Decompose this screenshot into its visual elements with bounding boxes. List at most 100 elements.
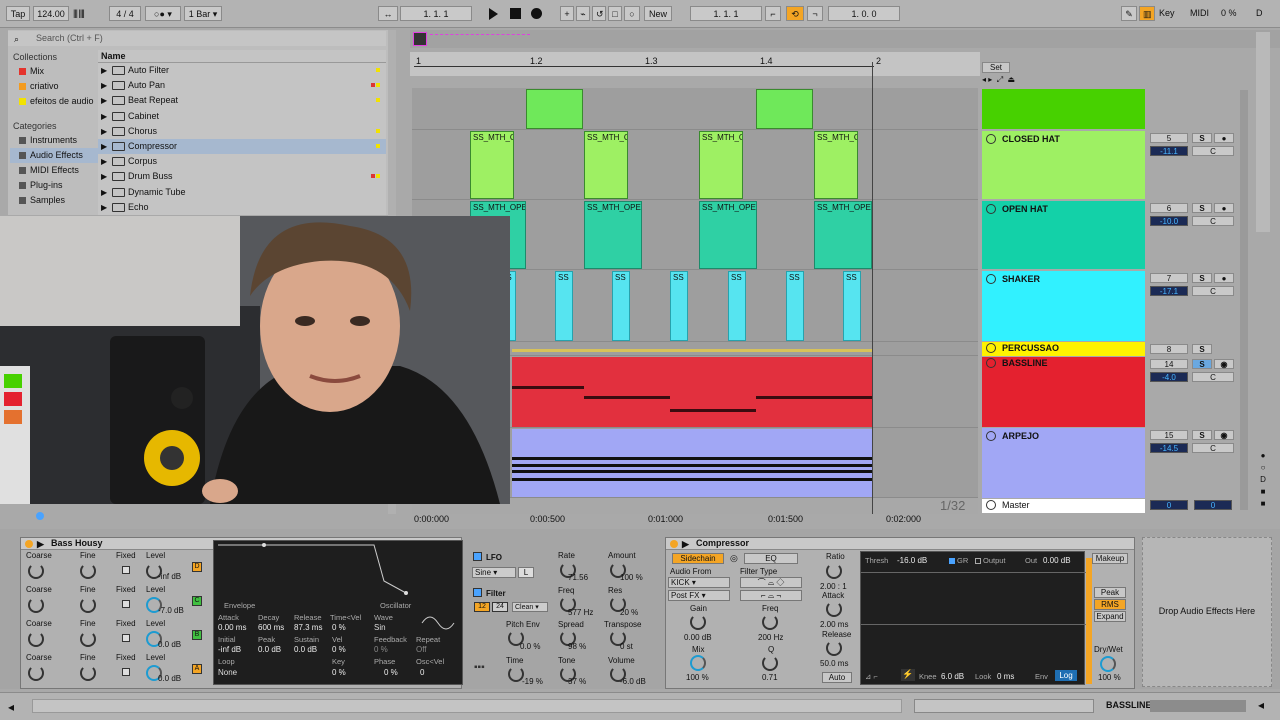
expand-button[interactable]: Expand — [1094, 611, 1126, 622]
master-volume-field[interactable]: 0 — [1150, 500, 1188, 510]
midi-map-button[interactable]: MIDI — [1190, 6, 1209, 21]
ratio-knob[interactable] — [826, 563, 842, 579]
overview-thumbnail[interactable] — [413, 32, 427, 46]
track-number[interactable]: 6 — [1150, 203, 1188, 213]
clip[interactable]: SS_MTH_OPE — [584, 201, 642, 269]
clip[interactable] — [756, 89, 813, 129]
volume-field[interactable]: -11.1 — [1150, 146, 1188, 156]
draw-mode-icon[interactable]: ✎ — [1121, 6, 1137, 21]
follow-icon[interactable]: ○● ▾ — [145, 6, 181, 21]
quantize-menu[interactable]: 1 Bar ▾ — [184, 6, 222, 21]
key-value[interactable]: 0 % — [332, 668, 346, 677]
name-column-header[interactable]: Name — [98, 50, 386, 63]
category-audio-effects[interactable]: Audio Effects — [10, 148, 100, 163]
automation-arm-icon[interactable]: ⌁ — [576, 6, 590, 21]
monitor-icon[interactable]: ◉ — [1214, 359, 1234, 369]
arpejo-clip[interactable] — [512, 429, 872, 497]
collection-criativo[interactable]: criativo — [10, 79, 100, 94]
clip[interactable]: SS — [555, 271, 573, 341]
file-item[interactable]: ▶ Cabinet — [98, 109, 386, 124]
detail-toggle-icon[interactable]: ◂ — [1258, 698, 1264, 712]
track-number[interactable]: 14 — [1150, 359, 1188, 369]
crossfade-button[interactable]: C — [1192, 286, 1234, 296]
algorithm-icon[interactable]: ▪▪▪ — [474, 662, 498, 676]
solo-button[interactable]: S — [1192, 430, 1212, 440]
vel-value[interactable]: 0 % — [332, 645, 346, 654]
headphone-icon[interactable]: ◎ — [730, 553, 738, 564]
key-map-button[interactable]: Key — [1159, 6, 1175, 21]
clip[interactable]: SS — [728, 271, 746, 341]
filter-mode-select[interactable]: Clean ▾ — [512, 602, 548, 612]
file-item[interactable]: ▶ Echo — [98, 200, 386, 215]
crossfade-button[interactable]: C — [1192, 443, 1234, 453]
loop-length-field[interactable]: 1. 0. 0 — [828, 6, 900, 21]
operator-tag[interactable]: C — [192, 596, 202, 606]
fold-icon[interactable] — [986, 343, 996, 353]
operator-tag[interactable]: A — [192, 664, 202, 674]
loop-switch-icon[interactable]: ⟲ — [786, 6, 804, 21]
release-value[interactable]: 87.3 ms — [294, 623, 322, 632]
operator-tag[interactable]: D — [192, 562, 202, 572]
track-header-bassline[interactable]: BASSLINE — [982, 357, 1145, 427]
track-header-shaker[interactable]: SHAKER — [982, 271, 1145, 341]
dry-wet-knob[interactable] — [1100, 656, 1116, 672]
operator-tag[interactable]: B — [192, 630, 202, 640]
repeat-value[interactable]: Off — [416, 645, 427, 654]
view-toggles[interactable]: ● ○ D ■ ■ — [1256, 450, 1270, 510]
file-item[interactable]: ▶ Auto Pan — [98, 78, 386, 93]
fold-icon[interactable] — [986, 358, 996, 368]
track-header-percussao[interactable]: PERCUSSAO — [982, 342, 1145, 356]
keyboard-icon[interactable]: ▥ — [1139, 6, 1155, 21]
gr-toggle[interactable] — [949, 558, 955, 564]
locator-controls[interactable]: ◂ ▸ ⤢ ⏏ — [982, 75, 1062, 86]
capture-icon[interactable]: □ — [608, 6, 622, 21]
mix-knob[interactable] — [690, 655, 706, 671]
clip[interactable]: SS_MTH_C — [699, 131, 743, 199]
track-number[interactable]: 15 — [1150, 430, 1188, 440]
solo-button[interactable]: S — [1192, 359, 1212, 369]
coarse-knob[interactable] — [28, 631, 44, 647]
solo-button[interactable]: S — [1192, 133, 1212, 143]
fold-icon[interactable] — [986, 134, 996, 144]
decay-value[interactable]: 600 ms — [258, 623, 284, 632]
attack-knob[interactable] — [826, 601, 842, 617]
log-toggle[interactable]: Log — [1055, 670, 1077, 681]
device-chain-overview[interactable] — [1150, 700, 1246, 712]
file-item[interactable]: ▶ Corpus — [98, 154, 386, 169]
sc-freq-knob[interactable] — [762, 614, 778, 630]
grid-size-label[interactable]: 1/32 — [940, 498, 965, 513]
device-on-icon[interactable] — [670, 540, 678, 548]
file-item[interactable]: ▶ Drum Buss — [98, 169, 386, 184]
volume-field[interactable]: -17.1 — [1150, 286, 1188, 296]
clip[interactable]: SS_MTH_OPE — [699, 201, 757, 269]
release-knob[interactable] — [826, 640, 842, 656]
slope-24-button[interactable]: 24 — [492, 602, 508, 612]
track-header-master[interactable]: Master — [982, 499, 1145, 513]
track-header-arpejo[interactable]: ARPEJO — [982, 428, 1145, 498]
envelope-display[interactable]: Envelope Oscillator Attack Decay Release Ti… — [213, 540, 463, 685]
category-instruments[interactable]: Instruments — [10, 133, 100, 148]
feedback-value[interactable]: 0 % — [374, 645, 388, 654]
search-input[interactable]: Search (Ctrl + F) — [8, 31, 386, 46]
bassline-clip[interactable] — [512, 357, 872, 427]
envelope-graph[interactable] — [214, 541, 462, 601]
output-value[interactable]: 0.00 dB — [1043, 556, 1071, 565]
gain-knob[interactable] — [690, 614, 706, 630]
record-icon[interactable] — [531, 8, 542, 19]
stop-icon[interactable] — [510, 8, 521, 19]
clip[interactable]: SS — [670, 271, 688, 341]
track-number[interactable]: 5 — [1150, 133, 1188, 143]
track-number[interactable]: 7 — [1150, 273, 1188, 283]
oscvel-value[interactable]: 0 — [420, 668, 424, 677]
clip[interactable]: SS — [612, 271, 630, 341]
file-item-selected[interactable]: ▶ Compressor — [98, 138, 386, 155]
collection-efeitos[interactable]: efeitos de audio — [10, 94, 100, 109]
threshold-value[interactable]: -16.0 dB — [897, 556, 927, 565]
solo-button[interactable]: S — [1192, 203, 1212, 213]
punch-in-icon[interactable]: ⌐ — [765, 6, 781, 21]
peak-value[interactable]: 0.0 dB — [258, 645, 281, 654]
fine-knob[interactable] — [80, 631, 96, 647]
time-signature[interactable]: 4 / 4 — [109, 6, 141, 21]
filter-toggle[interactable] — [473, 588, 482, 597]
compressor-header[interactable]: ▶ Compressor — [666, 538, 1134, 550]
